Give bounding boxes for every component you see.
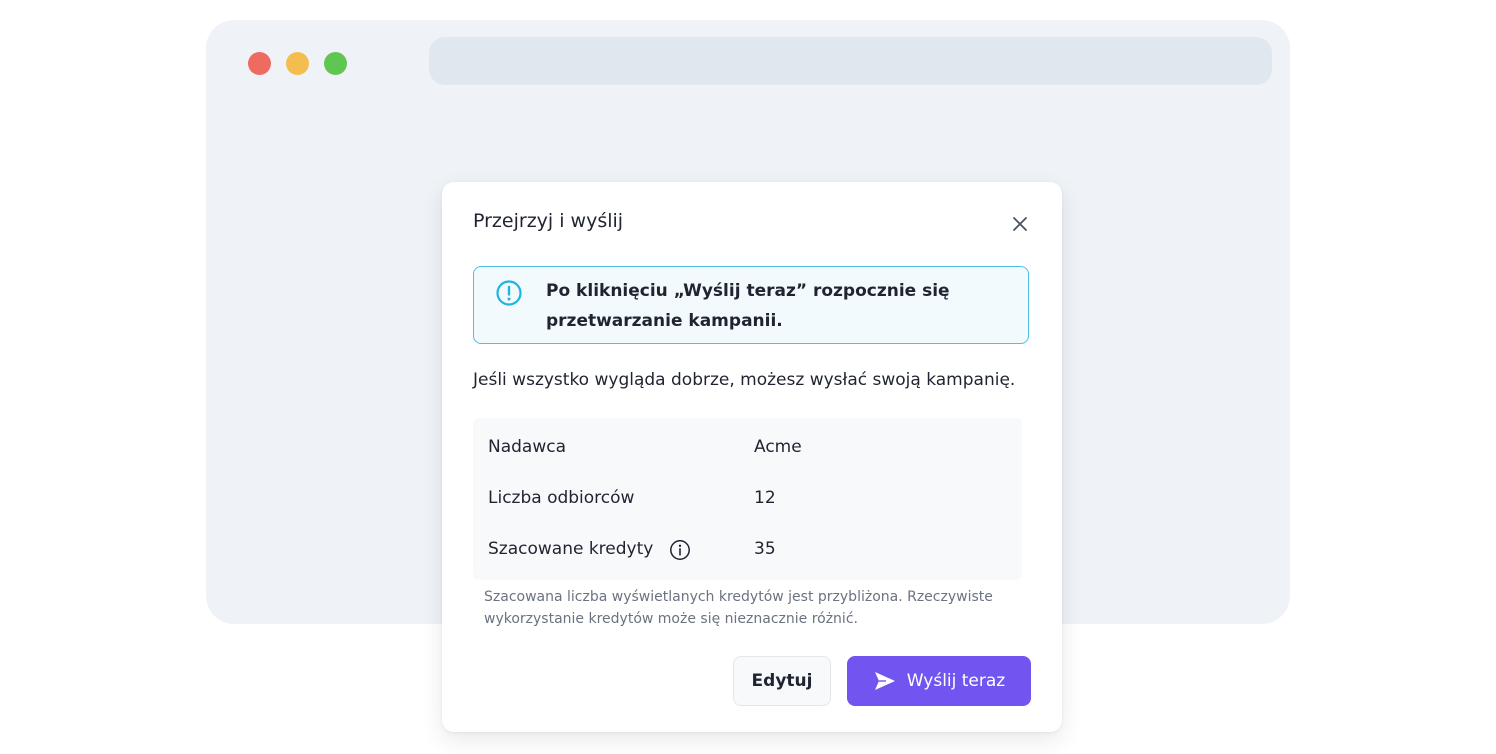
info-icon[interactable] bbox=[669, 539, 691, 561]
info-alert: Po kliknięciu „Wyślij teraz” rozpocznie … bbox=[473, 266, 1029, 344]
review-send-dialog: Przejrzyj i wyślij Po kliknięciu „Wyślij… bbox=[442, 182, 1062, 732]
summary-row-sender: Nadawca Acme bbox=[473, 433, 1022, 463]
exclamation-circle-icon bbox=[496, 280, 522, 306]
summary-label: Nadawca bbox=[488, 437, 567, 457]
window-maximize-dot[interactable] bbox=[324, 52, 347, 75]
close-icon bbox=[1013, 217, 1027, 231]
close-button[interactable] bbox=[1008, 212, 1032, 236]
send-icon bbox=[874, 672, 895, 690]
intro-text: Jeśli wszystko wygląda dobrze, możesz wy… bbox=[473, 370, 1016, 390]
dialog-title: Przejrzyj i wyślij bbox=[473, 210, 624, 232]
edit-button[interactable]: Edytuj bbox=[733, 656, 831, 706]
summary-label: Liczba odbiorców bbox=[488, 488, 635, 508]
summary-value: Acme bbox=[754, 437, 802, 457]
summary-table: Nadawca Acme Liczba odbiorców 12 Szacowa… bbox=[473, 418, 1022, 580]
summary-value: 35 bbox=[754, 539, 776, 559]
window-close-dot[interactable] bbox=[248, 52, 271, 75]
send-now-button[interactable]: Wyślij teraz bbox=[847, 656, 1031, 706]
credits-note: Szacowana liczba wyświetlanych kredytów … bbox=[484, 589, 993, 627]
send-now-label: Wyślij teraz bbox=[906, 671, 1006, 691]
alert-text: Po kliknięciu „Wyślij teraz” rozpocznie … bbox=[546, 281, 950, 331]
window-minimize-dot[interactable] bbox=[286, 52, 309, 75]
summary-label: Szacowane kredyty bbox=[488, 539, 654, 559]
summary-value: 12 bbox=[754, 488, 776, 508]
summary-row-credits: Szacowane kredyty 35 bbox=[473, 535, 1022, 565]
address-bar[interactable] bbox=[429, 37, 1272, 85]
summary-row-recipients: Liczba odbiorców 12 bbox=[473, 484, 1022, 514]
